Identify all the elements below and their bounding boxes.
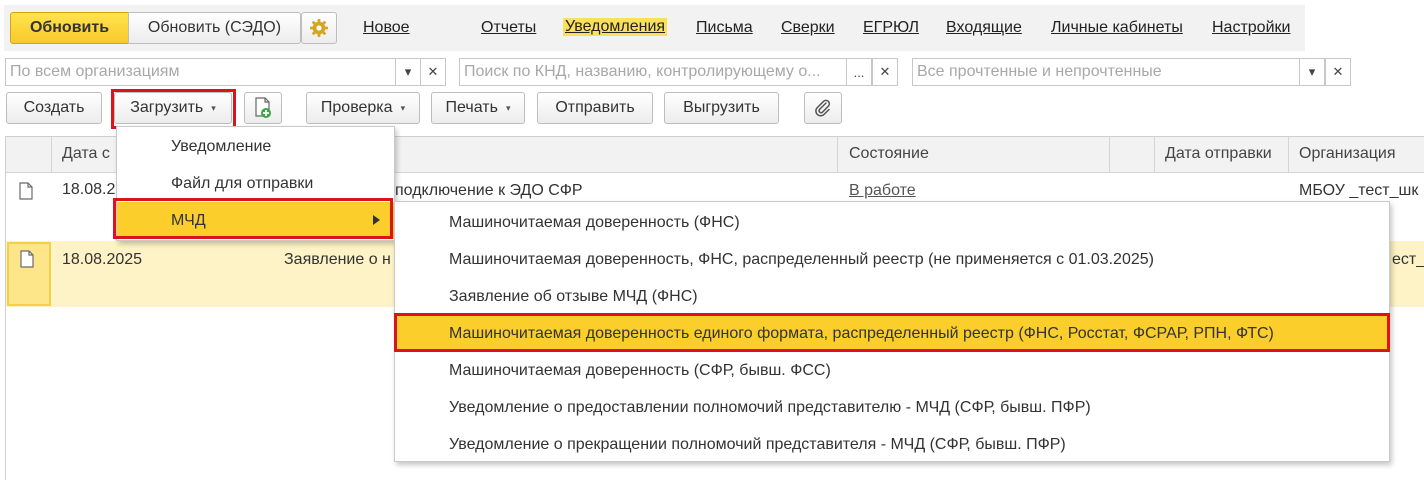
export-button[interactable]: Выгрузить	[664, 92, 779, 124]
check-button[interactable]: Проверка ▾	[306, 92, 420, 124]
submenu-item-mchd-revoke[interactable]: Заявление об отзыве МЧД (ФНС)	[395, 278, 1389, 315]
row-date: 18.08.2025	[62, 251, 143, 268]
submenu-item-mchd-sfr-fss[interactable]: Машиночитаемая доверенность (СФР, бывш. …	[395, 352, 1389, 389]
nav-notifications[interactable]: Уведомления	[563, 18, 668, 36]
nav-incoming[interactable]: Входящие	[946, 19, 1022, 37]
mchd-item-highlight	[113, 198, 393, 239]
nav-new[interactable]: Новое	[363, 19, 410, 37]
row-name: Заявление о н	[284, 251, 391, 268]
document-icon	[20, 250, 34, 268]
row-state-link[interactable]: В работе	[849, 182, 916, 200]
column-sent-date[interactable]: Дата отправки	[1165, 145, 1272, 163]
unified-format-item-highlight	[394, 313, 1390, 352]
nav-settings[interactable]: Настройки	[1212, 19, 1290, 37]
nav-reports[interactable]: Отчеты	[481, 19, 536, 37]
gear-icon	[310, 19, 328, 37]
search-input[interactable]: Поиск по КНД, названию, контролирующему …	[459, 58, 847, 86]
read-status-clear-button[interactable]: ✕	[1325, 58, 1351, 86]
top-command-bar: Обновить Обновить (СЭДО) Новое Отчеты Ув…	[4, 5, 1305, 51]
submenu-item-mchd-sfr-terminate[interactable]: Уведомление о прекращении полномочий пре…	[395, 426, 1389, 463]
print-button[interactable]: Печать ▾	[431, 92, 525, 124]
nav-reconciliations[interactable]: Сверки	[781, 19, 835, 37]
menu-item-file-to-send[interactable]: Файл для отправки	[117, 165, 394, 202]
organization-clear-button[interactable]: ✕	[420, 58, 446, 86]
attach-button[interactable]	[804, 92, 842, 124]
caret-icon: ▾	[505, 102, 511, 113]
row-name: подключение к ЭДО СФР	[395, 182, 583, 199]
add-document-icon	[255, 97, 271, 118]
column-date[interactable]: Дата с	[62, 145, 110, 163]
settings-button[interactable]	[301, 12, 337, 44]
read-status-dropdown-button[interactable]: ▾	[1299, 58, 1325, 86]
nav-egrul[interactable]: ЕГРЮЛ	[863, 19, 919, 37]
close-icon: ✕	[427, 64, 439, 79]
submenu-item-mchd-sfr-grant[interactable]: Уведомление о предоставлении полномочий …	[395, 389, 1389, 426]
column-state[interactable]: Состояние	[849, 145, 929, 163]
column-organization[interactable]: Организация	[1299, 145, 1396, 163]
submenu-item-mchd-fns[interactable]: Машиночитаемая доверенность (ФНС)	[395, 204, 1389, 241]
send-button[interactable]: Отправить	[537, 92, 653, 124]
read-status-filter-input[interactable]: Все прочтенные и непрочтенные	[912, 58, 1300, 86]
row-organization: ест_шк	[1392, 251, 1424, 268]
caret-icon: ▾	[400, 102, 406, 113]
search-clear-button[interactable]: ✕	[872, 58, 898, 86]
upload-button-highlight	[111, 89, 236, 129]
add-file-button[interactable]	[244, 92, 282, 124]
organization-dropdown-button[interactable]: ▾	[395, 58, 421, 86]
search-select-button[interactable]: ...	[846, 58, 872, 86]
chevron-down-icon: ▾	[404, 64, 412, 79]
refresh-sedo-button[interactable]: Обновить (СЭДО)	[128, 12, 301, 44]
chevron-down-icon: ▾	[1308, 64, 1316, 79]
row-organization: МБОУ _тест_шк	[1299, 182, 1419, 199]
close-icon: ✕	[879, 64, 891, 79]
paperclip-icon	[815, 99, 831, 117]
nav-personal-accounts[interactable]: Личные кабинеты	[1051, 19, 1183, 37]
document-icon	[19, 182, 33, 200]
close-icon: ✕	[1332, 64, 1344, 79]
organization-filter-input[interactable]: По всем организациям	[5, 58, 396, 86]
refresh-button[interactable]: Обновить	[10, 12, 129, 44]
row-date: 18.08.2	[62, 181, 116, 198]
submenu-item-mchd-fns-registry[interactable]: Машиночитаемая доверенность, ФНС, распре…	[395, 241, 1389, 278]
nav-letters[interactable]: Письма	[696, 19, 753, 37]
menu-item-notification[interactable]: Уведомление	[117, 128, 394, 165]
create-button[interactable]: Создать	[6, 92, 102, 124]
